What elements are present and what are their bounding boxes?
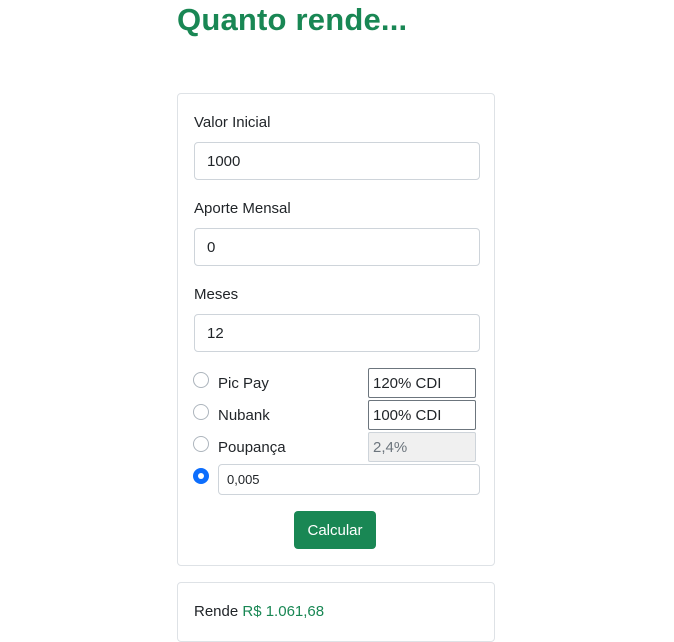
calcular-button[interactable]: Calcular (294, 511, 376, 549)
result-card: Rende R$ 1.061,68 (177, 582, 495, 642)
result-value: R$ 1.061,68 (242, 603, 325, 620)
aporte-mensal-label: Aporte Mensal (194, 200, 291, 217)
radio-label-nubank: Nubank (218, 407, 270, 424)
meses-label: Meses (194, 286, 239, 303)
result-prefix: Rende (194, 603, 239, 620)
valor-inicial-input[interactable] (194, 142, 480, 180)
aporte-mensal-input[interactable] (194, 228, 480, 266)
result-text: Rende R$ 1.061,68 (194, 603, 324, 620)
poupanca-rate-input (368, 432, 476, 462)
valor-inicial-label: Valor Inicial (194, 114, 271, 131)
custom-rate-input[interactable] (218, 464, 480, 495)
calculator-form-card: Valor Inicial Aporte Mensal Meses Pic Pa… (177, 93, 495, 566)
radio-nubank[interactable] (193, 404, 209, 420)
radio-label-picpay: Pic Pay (218, 375, 269, 392)
radio-custom[interactable] (193, 468, 209, 484)
nubank-rate-input[interactable] (368, 400, 476, 430)
picpay-rate-input[interactable] (368, 368, 476, 398)
radio-poupanca[interactable] (193, 436, 209, 452)
page-title: Quanto rende... (177, 2, 408, 37)
meses-input[interactable] (194, 314, 480, 352)
radio-picpay[interactable] (193, 372, 209, 388)
radio-label-poupanca: Poupança (218, 439, 286, 456)
